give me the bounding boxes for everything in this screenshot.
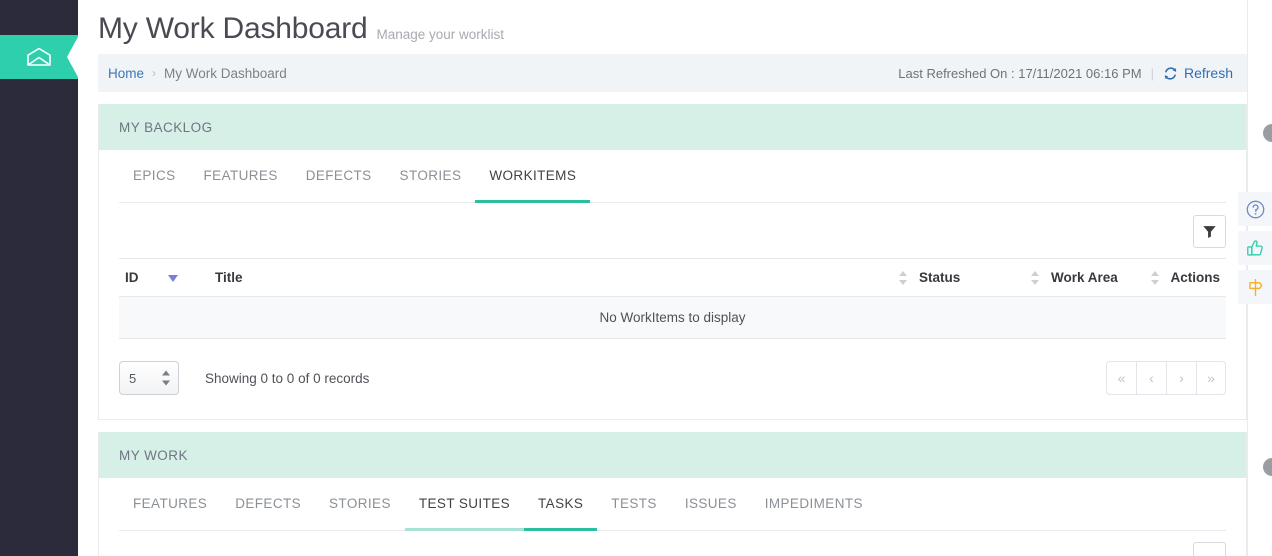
pagination: «‹ ›» (1106, 361, 1226, 395)
table-empty-row: No WorkItems to display (119, 296, 1226, 339)
my-backlog-panel: MY BACKLOG EPICS FEATURES DEFECTS STORIES WO… (98, 104, 1247, 420)
sort-desc-icon[interactable] (168, 274, 179, 282)
page-length-wrap: 5102550100 (119, 361, 179, 395)
work-tab-list: FEATURES DEFECTS STORIES TEST SUITES TASKS TE… (119, 478, 1226, 531)
column-label-status: Status (919, 269, 961, 285)
work-tab-tests[interactable]: TESTS (597, 478, 671, 530)
work-tab-issues[interactable]: ISSUES (671, 478, 751, 530)
breadcrumb-separator-icon: › (152, 66, 157, 80)
refresh-area: Last Refreshed On : 17/11/2021 06:16 PM … (898, 65, 1233, 81)
help-widget[interactable] (1238, 192, 1272, 226)
thumbs-up-icon (1246, 239, 1263, 256)
last-page-button[interactable]: » (1196, 361, 1226, 395)
backlog-tab-defects[interactable]: DEFECTS (292, 150, 386, 202)
refresh-divider: | (1150, 65, 1154, 81)
empty-message: No WorkItems to display (119, 296, 1226, 339)
page-subtitle: Manage your worklist (376, 27, 505, 42)
column-label-id: ID (125, 270, 139, 285)
backlog-filter-button[interactable] (1193, 215, 1226, 248)
work-filter-button[interactable] (1193, 542, 1226, 556)
work-tab-tasks[interactable]: TASKS (524, 478, 598, 531)
help-question-icon (1246, 200, 1264, 218)
showing-records-text: Showing 0 to 0 of 0 records (205, 370, 370, 386)
work-tab-impediments[interactable]: IMPEDIMENTS (751, 478, 877, 530)
breadcrumb-current: My Work Dashboard (164, 65, 287, 81)
column-header-id[interactable]: ID (119, 258, 209, 297)
prev-page-button[interactable]: ‹ (1136, 361, 1166, 395)
sidebar-item-mail[interactable] (0, 35, 79, 79)
column-header-title[interactable]: Title (209, 258, 894, 297)
backlog-filter-row (119, 203, 1226, 258)
backlog-tab-epics[interactable]: EPICS (119, 150, 190, 202)
refresh-label: Refresh (1183, 65, 1233, 81)
breadcrumb-home-link[interactable]: Home (108, 66, 144, 81)
refresh-button[interactable]: Refresh (1163, 65, 1233, 81)
backlog-tab-list: EPICS FEATURES DEFECTS STORIES WORKITEMS (119, 150, 1226, 203)
breadcrumb: Home › My Work Dashboard (108, 66, 287, 81)
guide-widget[interactable] (1238, 270, 1272, 304)
column-label-title: Title (215, 270, 243, 285)
signpost-flag-icon (1248, 278, 1262, 296)
filter-icon (1203, 226, 1216, 238)
next-page-button[interactable]: › (1166, 361, 1196, 395)
breadcrumb-bar: Home › My Work Dashboard Last Refreshed … (98, 54, 1247, 92)
page-header: My Work Dashboard Manage your worklist (78, 0, 1272, 46)
my-work-heading: MY WORK (99, 432, 1246, 478)
page-title: My Work Dashboard (98, 12, 368, 45)
backlog-tab-features[interactable]: FEATURES (190, 150, 292, 202)
page-length-select[interactable]: 5102550100 (119, 361, 179, 395)
floating-widget-bar (1238, 192, 1272, 304)
backlog-tab-stories[interactable]: STORIES (386, 150, 476, 202)
first-page-button[interactable]: « (1106, 361, 1136, 395)
work-tab-features[interactable]: FEATURES (119, 478, 221, 530)
sidebar (0, 0, 79, 556)
column-header-actions: Actions (1145, 258, 1226, 297)
table-body: No WorkItems to display (119, 296, 1226, 339)
backlog-tab-workitems[interactable]: WORKITEMS (475, 150, 591, 203)
sort-both-icon[interactable] (1031, 271, 1040, 286)
backlog-table-footer: 5102550100 Showing 0 to 0 of 0 records «… (119, 339, 1226, 419)
work-filter-row (119, 531, 1226, 556)
main-content: My Work Dashboard Manage your worklist H… (78, 0, 1272, 556)
work-tab-test-suites[interactable]: TEST SUITES (404, 478, 525, 531)
column-label-actions: Actions (1170, 269, 1220, 285)
column-label-work-area: Work Area (1051, 269, 1118, 285)
feedback-widget[interactable] (1238, 231, 1272, 265)
my-backlog-heading: MY BACKLOG (99, 104, 1246, 150)
refresh-icon (1164, 66, 1177, 80)
envelope-icon (27, 47, 51, 66)
column-header-work-area[interactable]: Work Area (1025, 258, 1146, 297)
my-work-panel: MY WORK FEATURES DEFECTS STORIES TEST SUITE… (98, 432, 1247, 556)
work-tab-defects[interactable]: DEFECTS (221, 478, 315, 530)
sort-both-icon[interactable] (899, 271, 908, 286)
last-refreshed-text: Last Refreshed On : 17/11/2021 06:16 PM (898, 65, 1142, 81)
table-header-row: ID Title Status Work Area Actions (119, 258, 1226, 297)
backlog-table: ID Title Status Work Area Actions No Wor… (119, 258, 1226, 339)
sort-both-icon[interactable] (1151, 271, 1160, 286)
work-tab-stories[interactable]: STORIES (315, 478, 405, 530)
column-header-status[interactable]: Status (893, 258, 1026, 297)
